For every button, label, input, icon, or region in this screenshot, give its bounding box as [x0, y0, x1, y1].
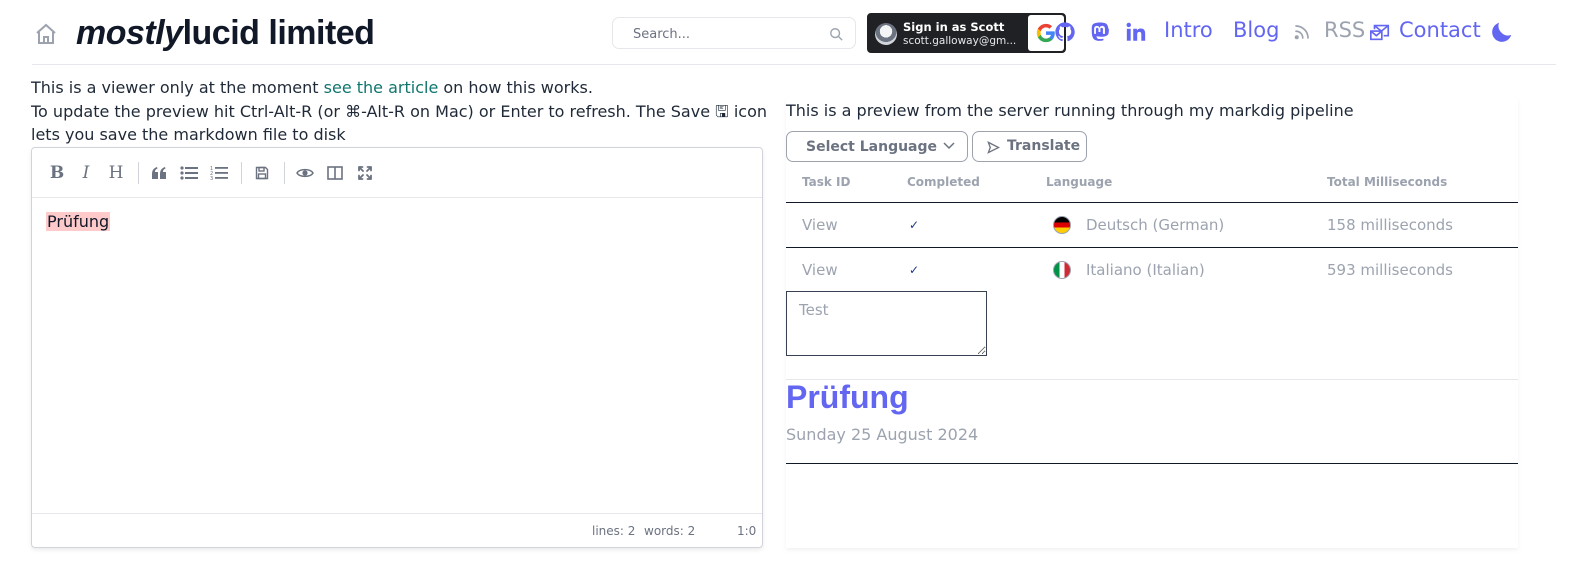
editor-toolbar: B I H 123 — [32, 148, 762, 198]
mastodon-icon[interactable] — [1089, 21, 1111, 43]
fullscreen-icon — [358, 166, 372, 180]
column-header-task-id: Task ID — [802, 175, 851, 189]
view-link[interactable]: View — [802, 261, 838, 279]
bullet-list-icon — [180, 166, 198, 180]
search-box[interactable] — [612, 17, 856, 49]
preview-panel: This is a preview from the server runnin… — [786, 99, 1518, 548]
google-signin-email: scott.galloway@gm... — [903, 35, 1017, 47]
check-icon: ✓ — [909, 263, 920, 277]
svg-text:3: 3 — [210, 176, 213, 181]
preview-button[interactable] — [294, 162, 316, 184]
language-name: Deutsch (German) — [1086, 216, 1225, 234]
column-header-total-ms: Total Milliseconds — [1327, 175, 1448, 189]
post-title: Prüfung — [786, 379, 909, 415]
intro-line-2: To update the preview hit Ctrl-Alt-R (or… — [31, 101, 768, 145]
columns-icon — [327, 166, 343, 180]
chevron-down-icon — [943, 142, 955, 150]
table-row: View ✓ Deutsch (German) 158 milliseconds — [786, 203, 1518, 247]
language-select[interactable]: Select Language — [786, 131, 968, 162]
nav-contact-link[interactable]: Contact — [1399, 18, 1481, 42]
github-icon[interactable] — [1054, 21, 1076, 43]
language-name: Italiano (Italian) — [1086, 261, 1205, 279]
send-icon — [987, 141, 1000, 154]
article-link[interactable]: see the article — [324, 78, 439, 97]
editor-statusbar: lines: 2 words: 2 1:0 — [32, 515, 762, 547]
quote-icon — [152, 167, 166, 179]
nav-rss-link[interactable]: RSS — [1324, 18, 1365, 42]
save-button[interactable] — [251, 162, 273, 184]
translate-label: Translate — [1007, 138, 1081, 154]
rss-icon[interactable] — [1293, 23, 1311, 41]
ordered-list-button[interactable]: 123 — [208, 162, 230, 184]
language-select-label: Select Language — [806, 139, 938, 155]
toolbar-divider — [138, 162, 139, 184]
nav-intro-link[interactable]: Intro — [1164, 18, 1213, 42]
duration: 593 milliseconds — [1327, 261, 1453, 279]
words-count: words: 2 — [644, 524, 696, 538]
linkedin-icon[interactable] — [1125, 21, 1147, 43]
nav-blog-link[interactable]: Blog — [1233, 18, 1279, 42]
column-header-language: Language — [1046, 175, 1113, 189]
check-icon: ✓ — [909, 218, 920, 232]
toolbar-divider — [241, 162, 242, 184]
numbered-list-icon: 123 — [210, 166, 228, 181]
cursor-position: 1:0 — [737, 524, 757, 538]
editor-text-area[interactable]: Prüfung — [32, 198, 762, 514]
home-icon[interactable] — [34, 22, 58, 46]
side-by-side-button[interactable] — [324, 162, 346, 184]
lines-count: lines: 2 — [592, 524, 636, 538]
post-date: Sunday 25 August 2024 — [786, 425, 979, 444]
toolbar-divider — [284, 162, 285, 184]
column-header-completed: Completed — [907, 175, 980, 189]
intro-text: This is a viewer only at the moment see … — [31, 76, 771, 147]
preview-description: This is a preview from the server runnin… — [786, 101, 1354, 120]
heading-button[interactable]: H — [105, 162, 127, 184]
unordered-list-button[interactable] — [178, 162, 200, 184]
moon-icon[interactable] — [1489, 19, 1515, 45]
fullscreen-button[interactable] — [354, 162, 376, 184]
duration: 158 milliseconds — [1327, 216, 1453, 234]
quote-button[interactable] — [148, 162, 170, 184]
bold-button[interactable]: B — [46, 162, 68, 184]
table-row: View ✓ Italiano (Italian) 593 millisecon… — [786, 248, 1518, 292]
search-icon — [830, 28, 843, 41]
german-flag-icon — [1053, 216, 1071, 234]
italian-flag-icon — [1053, 261, 1071, 279]
site-header: mostlylucid limited Sign in as Scott sco… — [32, 0, 1556, 65]
test-textarea[interactable] — [786, 291, 987, 356]
eye-icon — [296, 168, 314, 178]
google-signin-button[interactable]: Sign in as Scott scott.galloway@gm... — [867, 13, 1066, 53]
intro-line-1: This is a viewer only at the moment see … — [31, 78, 593, 97]
mail-icon[interactable] — [1369, 21, 1391, 43]
divider — [786, 463, 1518, 464]
google-signin-name: Sign in as Scott — [903, 20, 1005, 34]
markdown-editor: B I H 123 Prüfung lines: 2 words: 2 1:0 — [31, 147, 763, 548]
save-icon — [255, 166, 269, 180]
view-link[interactable]: View — [802, 216, 838, 234]
avatar — [875, 23, 897, 45]
site-brand[interactable]: mostlylucid limited — [76, 14, 375, 53]
editor-content: Prüfung — [46, 212, 111, 231]
search-input[interactable] — [633, 24, 823, 44]
translate-button[interactable]: Translate — [972, 131, 1087, 162]
italic-button[interactable]: I — [75, 162, 97, 184]
